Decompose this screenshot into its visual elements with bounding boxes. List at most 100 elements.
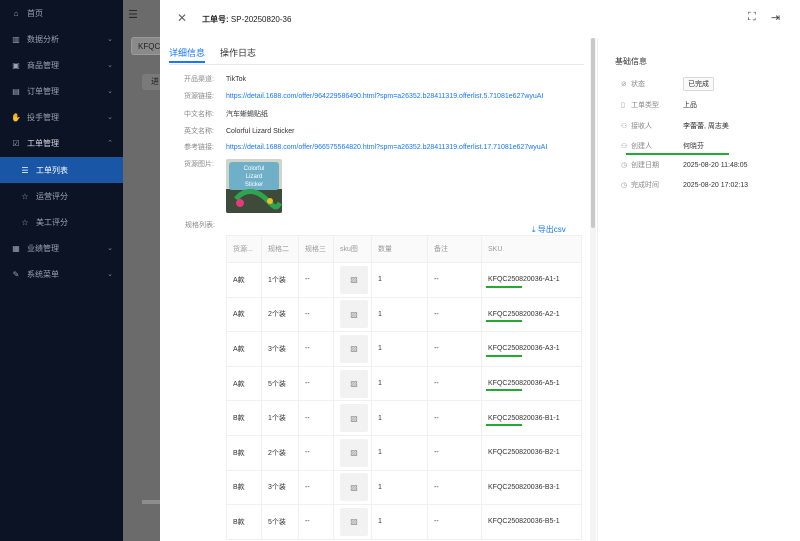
sku-value: KFQC250820036-B5-1 [488,518,560,526]
sidebar-item-1[interactable]: ▥ 数据分析 ⌄ [0,26,123,52]
collapse-drawer-icon[interactable]: ⇥ [771,11,780,24]
sidebar-item-label: 工单管理 [27,138,59,148]
spec-three-cell: -- [298,434,334,471]
spec-three-cell: -- [298,365,334,402]
tab-details[interactable]: 详细信息 [169,46,205,59]
sku-value: KFQC250820036-A1-1 [488,276,560,284]
table-header: 备注 [427,235,482,263]
export-csv-button[interactable]: ⤓ 导出csv [532,224,566,235]
chevron-down-icon: ⌄ [107,88,113,95]
sku-cell: KFQC250820036-A2-1 [481,296,582,333]
basic-info-title: 基础信息 [615,57,647,66]
note-cell: -- [427,365,482,402]
image-placeholder[interactable]: ▨ [340,369,368,398]
tab-operation-log[interactable]: 操作日志 [220,46,256,59]
sku-cell: KFQC250820036-A1-1 [481,262,582,298]
sidebar-item-7[interactable]: ☆ 运营评分 [0,183,123,209]
drawer-title: 工单号: SP-20250820-36 [202,15,292,24]
ticket-detail-drawer: ✕ 工单号: SP-20250820-36 ⛶ ⇥ 详细信息 操作日志 开品渠道… [160,0,800,541]
sku-value: KFQC250820036-A5-1 [488,380,560,388]
sidebar-item-6[interactable]: ☰ 工单列表 [0,157,123,183]
hand-icon: ✋ [11,112,21,122]
sku-image-cell: ▨ [333,365,372,402]
sidebar-item-8[interactable]: ☆ 美工评分 [0,209,123,235]
image-placeholder[interactable]: ▨ [340,473,368,502]
close-icon[interactable]: ✕ [177,11,187,25]
spec-three-cell: -- [298,469,334,506]
table-row: B款 2个装 -- ▨ 1 -- KFQC250820036-B2-1 [226,434,582,471]
detail-field-label: 货源链接: [184,93,214,100]
spec-list-label: 规格列表: [185,222,215,229]
info-row: ▯ 工单类型 上品 [621,98,800,112]
info-value: 李蕾蕾, 周志美 [683,123,729,130]
sidebar-item-4[interactable]: ✋ 投手管理 ⌄ [0,104,123,130]
sku-value: KFQC250820036-A3-1 [488,345,560,353]
info-value: 2025-08-20 17:02:13 [683,181,748,189]
chevron-down-icon: ⌄ [107,114,113,121]
sidebar-item-label: 首页 [27,8,43,18]
spec-one-cell: A款 [226,262,262,298]
note-cell: -- [427,400,482,436]
image-placeholder[interactable]: ▨ [340,334,368,363]
active-tab-indicator [169,61,205,63]
source-image-thumbnail[interactable]: Colorful Lizard Sticker [226,159,282,213]
menu-toggle-icon: ☰ [128,9,138,21]
quantity-cell: 1 [371,365,428,402]
sidebar-item-label: 商品管理 [27,60,59,70]
performance-icon: ▦ [12,243,20,253]
chart-icon: ▥ [12,34,20,44]
image-icon: ▨ [350,517,358,527]
details-scrollbar-thumb[interactable] [591,38,595,228]
spec-one-cell: B款 [226,469,262,506]
image-placeholder[interactable]: ▨ [340,300,368,329]
sku-image-cell: ▨ [333,504,372,540]
highlight-underline [486,354,522,357]
export-csv-label: 导出csv [537,225,566,234]
image-placeholder[interactable]: ▨ [340,265,368,294]
detail-field-link[interactable]: https://detail.1688.com/offer/9642295864… [226,93,543,100]
table-row: A款 2个装 -- ▨ 1 -- KFQC250820036-A2-1 [226,296,582,333]
sidebar-item-9[interactable]: ▦ 业绩管理 ⌄ [0,235,123,261]
image-icon: ▨ [350,448,358,458]
spec-one-cell: A款 [226,296,262,333]
sku-cell: KFQC250820036-B1-1 [481,400,582,436]
sidebar-item-5[interactable]: ☑ 工单管理 ⌃ [0,130,123,156]
sidebar-item-label: 业绩管理 [27,243,59,253]
table-row: B款 5个装 -- ▨ 1 -- KFQC250820036-B5-1 [226,504,582,540]
table-row: A款 1个装 -- ▨ 1 -- KFQC250820036-A1-1 [226,262,582,298]
fullscreen-icon[interactable]: ⛶ [748,11,756,24]
sidebar-item-3[interactable]: ▤ 订单管理 ⌄ [0,78,123,104]
table-header: 规格二 [261,235,299,263]
star-icon: ☆ [21,191,29,201]
spec-three-cell: -- [298,504,334,540]
chevron-down-icon: ⌄ [107,36,113,43]
table-row: A款 3个装 -- ▨ 1 -- KFQC250820036-A3-1 [226,331,582,367]
tabs-divider [169,64,584,65]
spec-two-cell: 1个装 [261,400,299,436]
info-label: 完成时间 [631,182,659,189]
detail-field-link[interactable]: https://detail.1688.com/offer/9665755648… [226,144,547,151]
detail-field-value: TikTok [226,75,246,83]
spec-one-cell: B款 [226,400,262,436]
clock-icon: ◷ [621,162,628,169]
product-icon: ▣ [12,60,20,70]
spec-three-cell: -- [298,262,334,298]
table-row: B款 1个装 -- ▨ 1 -- KFQC250820036-B1-1 [226,400,582,436]
highlight-underline [486,389,522,392]
user-icon: ⚇ [621,143,628,150]
image-placeholder[interactable]: ▨ [340,438,368,467]
detail-field: 中文名称: 汽车蜥蜴贴纸 [160,107,592,121]
sku-image-cell: ▨ [333,296,372,333]
image-placeholder[interactable]: ▨ [340,507,368,536]
table-header: 货源... [226,235,262,263]
sku-image-cell: ▨ [333,262,372,298]
table-header: 数量 [371,235,428,263]
sidebar-item-10[interactable]: ✎ 系统菜单 ⌄ [0,261,123,287]
image-placeholder[interactable]: ▨ [340,404,368,433]
sidebar-item-0[interactable]: ⌂ 首页 [0,0,123,26]
info-row: ◷ 创建日期 2025-08-20 11:48:05 [621,158,800,172]
table-header: sku图 [333,235,372,263]
user-icon: ⚇ [621,123,628,130]
ticket-icon: ☑ [12,138,20,148]
sidebar-item-2[interactable]: ▣ 商品管理 ⌄ [0,52,123,78]
